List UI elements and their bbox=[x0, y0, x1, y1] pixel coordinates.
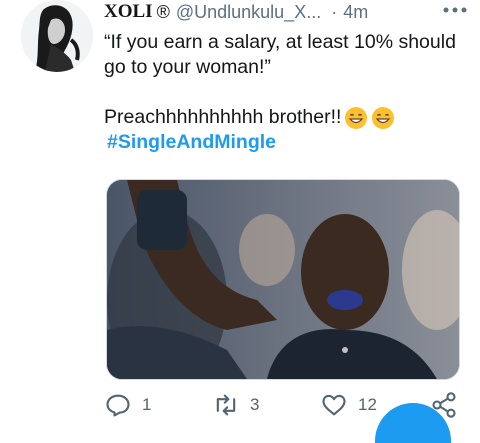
author-handle[interactable]: @Undlunkulu_X... bbox=[176, 2, 321, 23]
separator-dot: · bbox=[331, 1, 338, 22]
tweet-text: “If you earn a salary, at least 10% shou… bbox=[104, 30, 464, 155]
tweet-text-line2: Preachhhhhhhhhh brother!! bbox=[104, 106, 342, 128]
more-horizontal-icon[interactable] bbox=[442, 5, 468, 15]
like-count: 12 bbox=[358, 395, 377, 414]
retweet-button[interactable]: 3 bbox=[212, 391, 259, 419]
media-photo bbox=[107, 180, 459, 379]
tweet-time[interactable]: 4m bbox=[343, 2, 368, 23]
retweet-count: 3 bbox=[250, 395, 260, 414]
grinning-face-emoji-icon bbox=[345, 106, 368, 129]
tweet-text-line1: “If you earn a salary, at least 10% shou… bbox=[104, 31, 456, 78]
reply-count: 1 bbox=[142, 395, 152, 414]
hashtag-link[interactable]: #SingleAndMingle bbox=[107, 130, 464, 155]
heart-icon bbox=[322, 394, 346, 416]
author-name[interactable]: XOLI bbox=[104, 1, 153, 23]
tweet-text-line2-row: Preachhhhhhhhhh brother!! bbox=[104, 105, 464, 130]
registered-mark: ® bbox=[156, 1, 170, 22]
grinning-face-emoji-icon bbox=[372, 106, 395, 129]
avatar-image bbox=[21, 0, 93, 72]
reply-button[interactable]: 1 bbox=[104, 391, 151, 419]
reply-icon bbox=[106, 394, 130, 417]
tweet-header: XOLI ® @Undlunkulu_X... · 4m bbox=[104, 1, 468, 23]
like-button[interactable]: 12 bbox=[320, 391, 377, 419]
tweet-media[interactable] bbox=[106, 179, 460, 380]
retweet-icon bbox=[216, 394, 236, 416]
avatar[interactable] bbox=[21, 0, 93, 72]
